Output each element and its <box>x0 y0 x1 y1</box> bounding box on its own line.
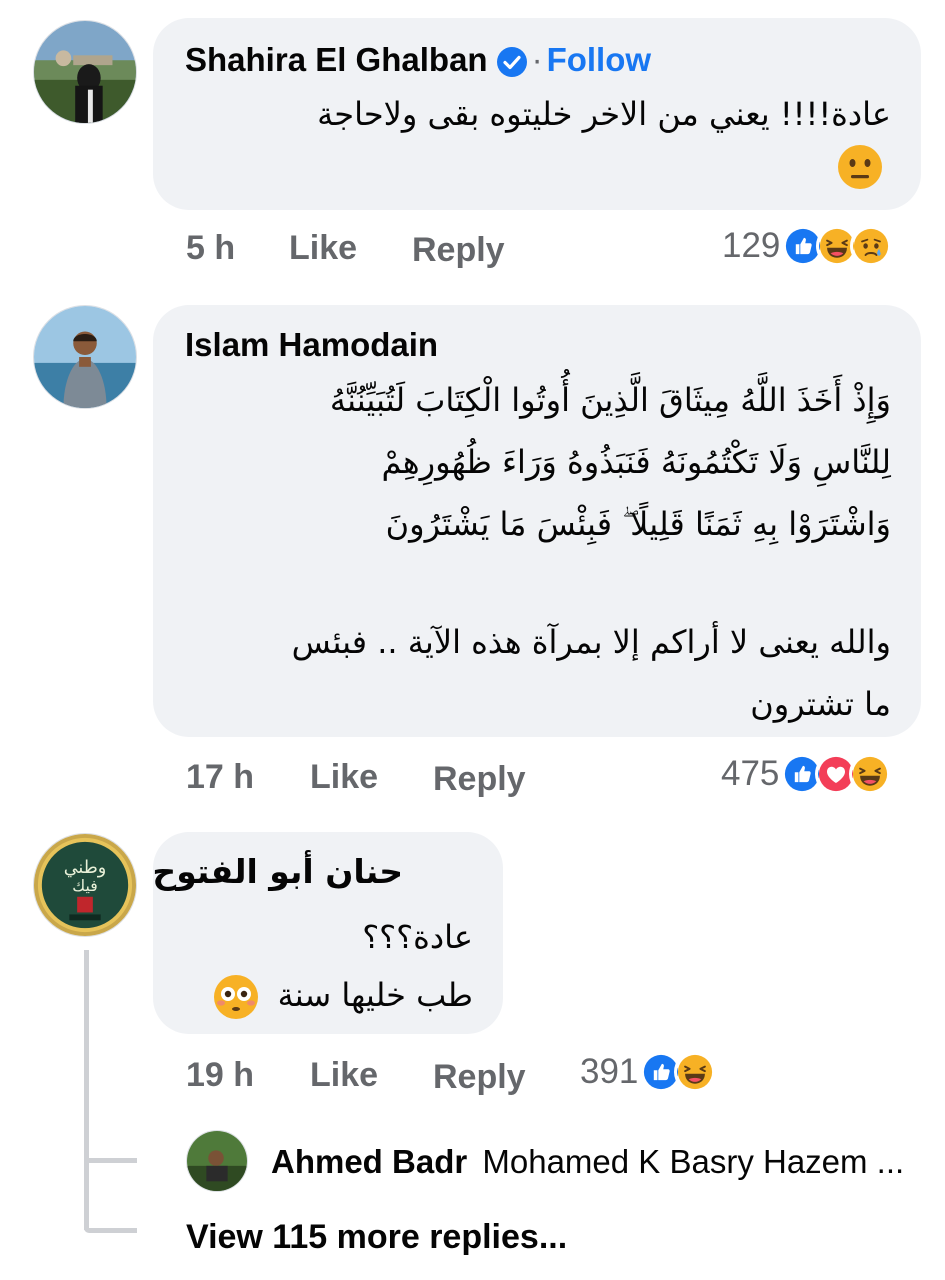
haha-reaction-icon <box>674 1051 717 1093</box>
comment-author[interactable]: Islam Hamodain <box>185 325 438 365</box>
comment-text-line: والله يعنى لا أراكم إلا بمرآة هذه الآية … <box>291 623 891 661</box>
comment-text-line: لِلنَّاسِ وَلَا تَكْتُمُونَهُ فَنَبَذُوه… <box>381 443 891 481</box>
comment-time[interactable]: 19 h <box>186 1055 254 1095</box>
reply-button[interactable]: Reply <box>433 1057 526 1097</box>
reply-text: Mohamed K Basry Hazem ... <box>482 1143 905 1180</box>
reaction-summary[interactable]: 129 <box>722 224 893 268</box>
comment-text: عادة؟؟؟ طب خليها سنة <box>173 908 473 1024</box>
thread-line <box>84 950 89 1162</box>
like-button[interactable]: Like <box>310 757 378 797</box>
reply-avatar[interactable] <box>186 1130 248 1192</box>
comment-text-line: عادة!!!! يعني من الاخر خليتوه بقى ولاحاج… <box>317 95 891 133</box>
comment-bubble: حنان أبو الفتوح عادة؟؟؟ طب خليها سنة <box>152 832 503 1034</box>
like-button[interactable]: Like <box>310 1055 378 1095</box>
comment-text-line: وَاشْتَرَوْا بِهِ ثَمَنًا قَلِيلًا ۖ فَب… <box>385 505 891 543</box>
comment-bubble: Shahira El Ghalban · Follow عادة!!!! يعني … <box>153 18 921 210</box>
comment-time[interactable]: 17 h <box>186 757 254 797</box>
comment-author[interactable]: حنان أبو الفتوح <box>152 852 403 891</box>
reaction-summary[interactable]: 475 <box>721 752 892 796</box>
thread-line <box>84 1160 89 1230</box>
thread-connector <box>84 1228 137 1233</box>
comment-text-line <box>171 555 891 611</box>
reply-button[interactable]: Reply <box>433 759 526 799</box>
view-more-replies-link[interactable]: View 115 more replies... <box>186 1216 567 1258</box>
haha-reaction-icon <box>849 753 892 795</box>
sad-reaction-icon <box>850 225 893 267</box>
neutral-face-icon <box>837 144 883 190</box>
avatar[interactable] <box>33 305 137 409</box>
verified-badge-icon <box>496 46 528 78</box>
follow-button[interactable]: Follow <box>547 41 651 78</box>
comment-author[interactable]: Shahira El Ghalban <box>185 41 488 78</box>
avatar[interactable] <box>33 20 137 124</box>
comment-text: عادة!!!! يعني من الاخر خليتوه بقى ولاحاج… <box>191 88 891 196</box>
comment-text-line: طب خليها سنة <box>277 976 473 1014</box>
thread-connector <box>84 1158 137 1163</box>
reaction-summary[interactable]: 391 <box>580 1050 717 1094</box>
reply-button[interactable]: Reply <box>412 230 505 270</box>
separator-dot: · <box>531 41 543 78</box>
reaction-count: 391 <box>580 1052 639 1091</box>
avatar[interactable]: وطني فيك <box>33 833 137 937</box>
reaction-count: 475 <box>721 754 780 793</box>
flushed-face-icon <box>213 974 259 1020</box>
comment-text: وَإِذْ أَخَذَ اللَّهُ مِيثَاقَ الَّذِينَ… <box>171 369 891 735</box>
comment-bubble: Islam Hamodain وَإِذْ أَخَذَ اللَّهُ مِي… <box>153 305 921 737</box>
reaction-count: 129 <box>722 226 781 265</box>
comment-text-line: عادة؟؟؟ <box>362 918 473 956</box>
reply-preview[interactable]: Ahmed Badr Mohamed K Basry Hazem ... <box>271 1142 931 1182</box>
reply-author[interactable]: Ahmed Badr <box>271 1143 467 1180</box>
comment-text-line: وَإِذْ أَخَذَ اللَّهُ مِيثَاقَ الَّذِينَ… <box>329 381 891 419</box>
svg-text:فيك: فيك <box>72 876 97 895</box>
comment-text-line: ما تشترون <box>750 685 891 723</box>
comment-time[interactable]: 5 h <box>186 228 235 268</box>
like-button[interactable]: Like <box>289 228 357 268</box>
